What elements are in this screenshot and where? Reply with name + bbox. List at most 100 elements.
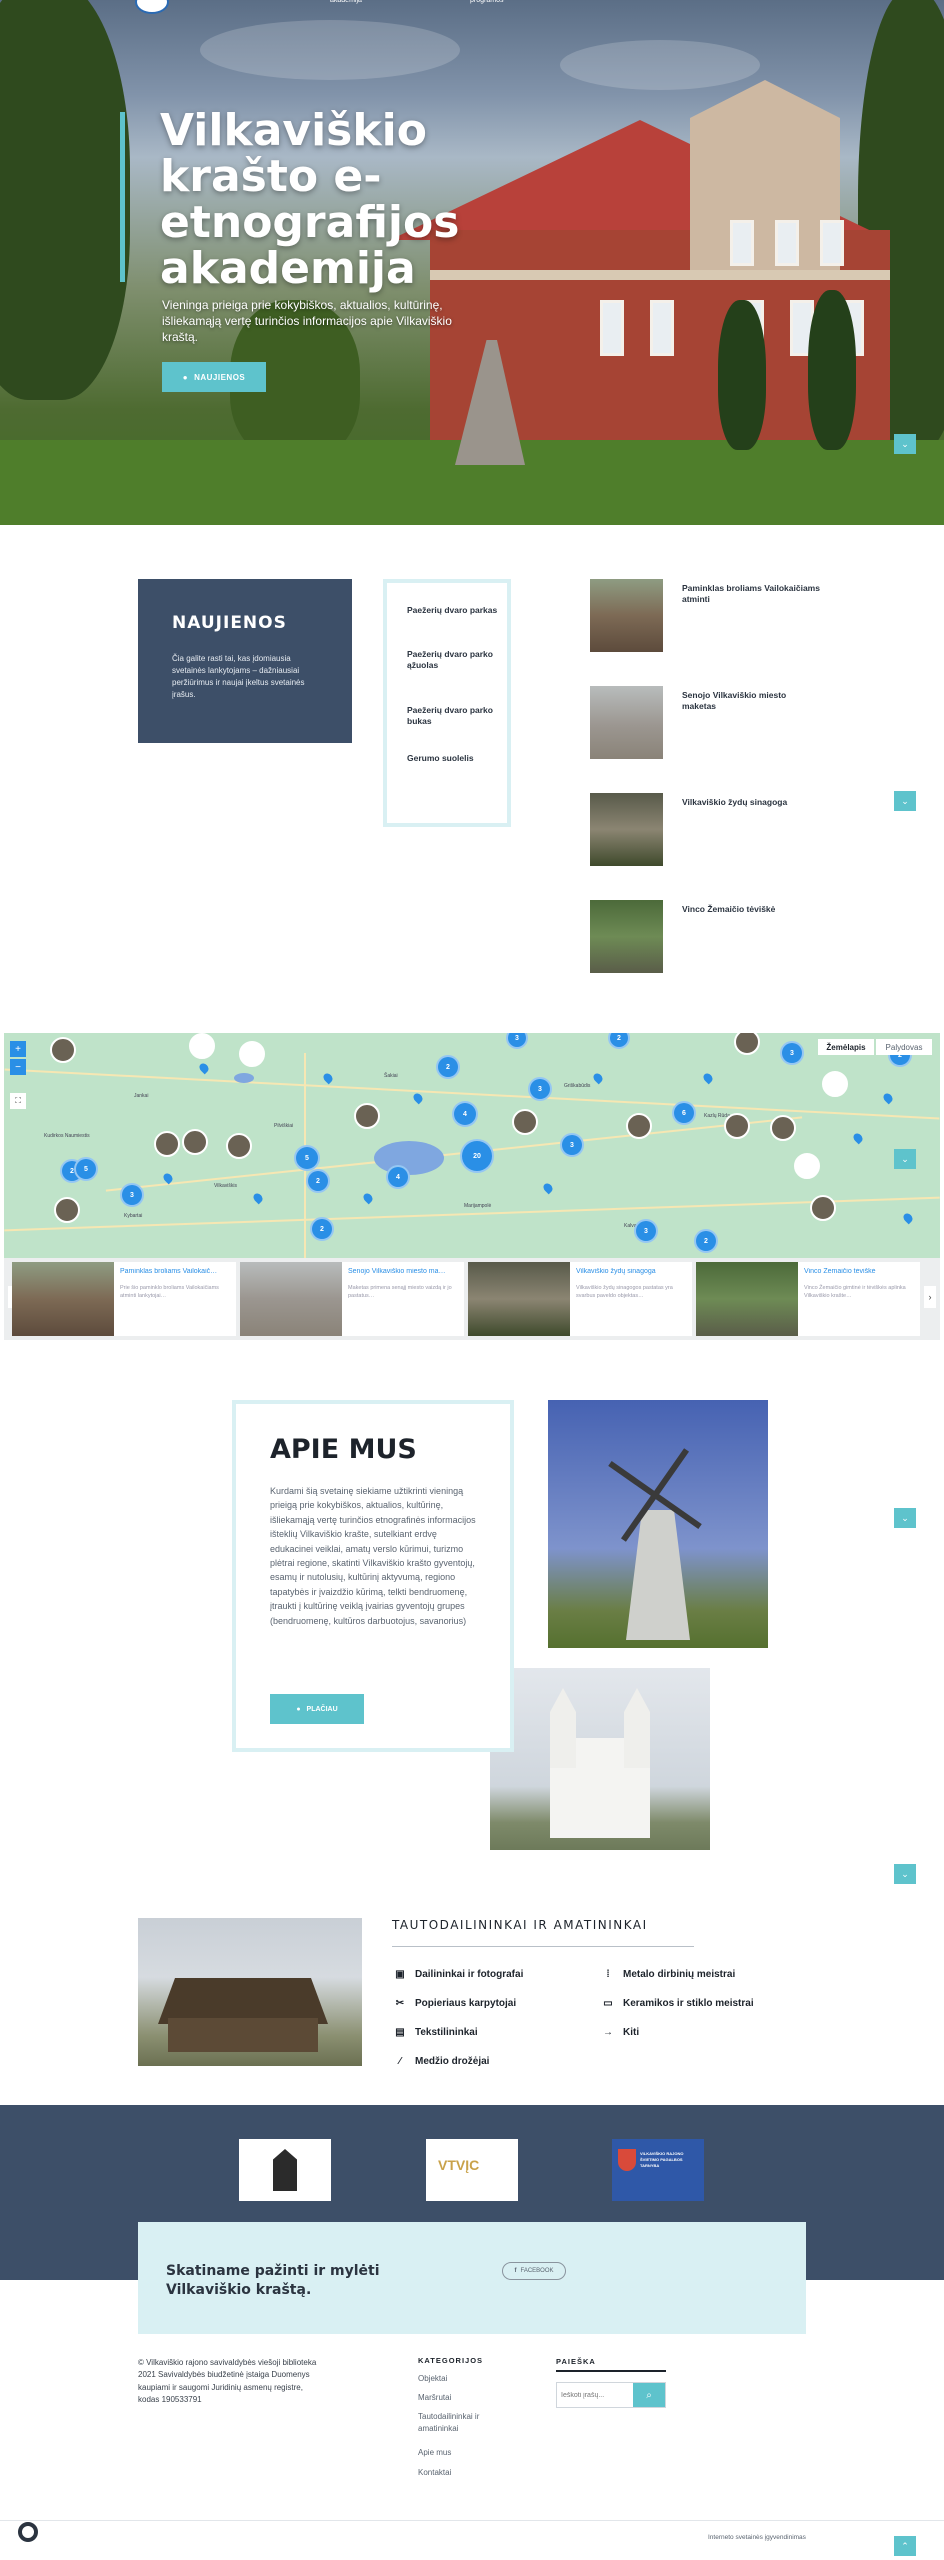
map-cluster[interactable]: 5 — [294, 1145, 320, 1171]
object-thumbnail[interactable] — [590, 686, 663, 759]
search-input[interactable] — [561, 2386, 631, 2404]
partner-logo-education[interactable]: VILKAVIŠKIO RAJONO ŠVIETIMO PAGALBOS TAR… — [612, 2139, 704, 2201]
map-zoom-out-button[interactable]: − — [10, 1059, 26, 1075]
object-thumbnail[interactable] — [590, 793, 663, 866]
map-photo-marker[interactable] — [50, 1037, 76, 1063]
map-pin[interactable] — [251, 1191, 265, 1205]
facebook-button[interactable]: f FACEBOOK — [502, 2262, 566, 2280]
nav-item-akademija[interactable]: akademija — [330, 0, 362, 4]
partner-logo-library[interactable] — [239, 2139, 331, 2201]
map-photo-marker[interactable] — [154, 1131, 180, 1157]
scroll-down-button[interactable]: ⌄ — [894, 1508, 916, 1528]
footer-credit[interactable]: Interneto svetainės įgyvendinimas — [708, 2534, 806, 2541]
carousel-card[interactable]: Senojo Vilkaviškio miesto ma… Maketas pr… — [240, 1262, 464, 1336]
map-pin[interactable] — [541, 1181, 555, 1195]
map-photo-marker[interactable] — [354, 1103, 380, 1129]
carousel-card[interactable]: Vinco Žemaičio tėviškė Vinco Žemaičio gi… — [696, 1262, 920, 1336]
scroll-down-button[interactable]: ⌄ — [894, 1864, 916, 1884]
map-photo-marker[interactable] — [226, 1133, 252, 1159]
map-cluster[interactable]: 2 — [694, 1229, 718, 1253]
map-cluster[interactable]: 3 — [634, 1219, 658, 1243]
news-link[interactable]: Paežerių dvaro parko ąžuolas — [407, 649, 507, 671]
map-cluster[interactable]: 4 — [386, 1165, 410, 1189]
map-pin[interactable] — [197, 1061, 211, 1075]
footer-link[interactable]: Kontaktai — [418, 2467, 508, 2479]
news-link[interactable]: Paežerių dvaro parkas — [407, 605, 507, 616]
map-photo-marker[interactable] — [734, 1033, 760, 1055]
object-title[interactable]: Vilkaviškio žydų sinagoga — [682, 797, 822, 808]
map-photo-marker[interactable] — [822, 1071, 848, 1097]
footer-link[interactable]: Apie mus — [418, 2447, 508, 2459]
carousel-card[interactable]: Vilkaviškio žydų sinagoga Vilkaviškio žy… — [468, 1262, 692, 1336]
map-cluster[interactable]: 6 — [672, 1101, 696, 1125]
footer-link[interactable]: Objektai — [418, 2373, 508, 2385]
carousel-card[interactable]: Paminklas broliams Vailokaič… Prie šio p… — [12, 1262, 236, 1336]
craft-category-wood[interactable]: ⁄ Medžio drožėjai — [394, 2056, 489, 2067]
map-photo-marker[interactable] — [54, 1197, 80, 1223]
map-photo-marker[interactable] — [182, 1129, 208, 1155]
map-cluster[interactable]: 2 — [436, 1055, 460, 1079]
partner-logo-vtvic[interactable]: VTVĮC — [426, 2139, 518, 2201]
map-cluster[interactable]: 2 — [608, 1033, 630, 1049]
map-pin[interactable] — [321, 1071, 335, 1085]
map-photo-marker[interactable] — [189, 1033, 215, 1059]
site-logo[interactable] — [135, 0, 169, 14]
object-title[interactable]: Vinco Žemaičio tėviškė — [682, 904, 822, 915]
news-button[interactable]: ● NAUJIENOS — [162, 362, 266, 392]
map-photo-marker[interactable] — [512, 1109, 538, 1135]
craft-category-metal[interactable]: ⁞ Metalo dirbinių meistrai — [602, 1969, 735, 1980]
news-link[interactable]: Gerumo suolelis — [407, 753, 507, 764]
craft-category-ceramics[interactable]: ▭ Keramikos ir stiklo meistrai — [602, 1998, 753, 2009]
scroll-down-button[interactable]: ⌄ — [894, 434, 916, 454]
map-cluster[interactable]: 3 — [120, 1183, 144, 1207]
craft-category-paper[interactable]: ✂ Popieriaus karpytojai — [394, 1998, 516, 2009]
map-cluster[interactable]: 3 — [528, 1077, 552, 1101]
object-title[interactable]: Paminklas broliams Vailokaičiams atminti — [682, 583, 822, 605]
craft-category-textile[interactable]: ▤ Tekstilininkai — [394, 2027, 477, 2038]
map-pin[interactable] — [591, 1071, 605, 1085]
footer-link[interactable]: Tautodailininkai ir amatininkai — [418, 2411, 508, 2435]
nav-item-programos[interactable]: programos — [470, 0, 503, 4]
map-pin[interactable] — [361, 1191, 375, 1205]
craft-category-other[interactable]: → Kiti — [602, 2027, 639, 2038]
carousel-card-title[interactable]: Vinco Žemaičio tėviškė — [804, 1268, 914, 1275]
map-widget[interactable]: Jankai Šakiai Griškabūdis Kudirkos Naumi… — [4, 1033, 940, 1267]
map-photo-marker[interactable] — [239, 1041, 265, 1067]
scroll-down-button[interactable]: ⌄ — [894, 1149, 916, 1169]
fullscreen-icon[interactable]: ⛶ — [10, 1093, 26, 1109]
map-pin[interactable] — [881, 1091, 895, 1105]
footer-link[interactable]: Maršrutai — [418, 2392, 508, 2404]
more-button[interactable]: ● PLAČIAU — [270, 1694, 364, 1724]
object-title[interactable]: Senojo Vilkaviškio miesto maketas — [682, 690, 822, 712]
scroll-down-button[interactable]: ⌄ — [894, 791, 916, 811]
object-thumbnail[interactable] — [590, 900, 663, 973]
object-thumbnail[interactable] — [590, 579, 663, 652]
news-link[interactable]: Paežerių dvaro parko bukas — [407, 705, 507, 727]
map-cluster[interactable]: 5 — [74, 1157, 98, 1181]
map-type-tab-map[interactable]: Žemėlapis — [818, 1039, 874, 1055]
carousel-card-title[interactable]: Senojo Vilkaviškio miesto ma… — [348, 1268, 458, 1275]
map-pin[interactable] — [411, 1091, 425, 1105]
map-pin[interactable] — [901, 1211, 915, 1225]
map-cluster[interactable]: 2 — [306, 1169, 330, 1193]
carousel-next-button[interactable]: › — [924, 1286, 936, 1308]
accessibility-icon[interactable] — [18, 2522, 38, 2542]
map-photo-marker[interactable] — [724, 1113, 750, 1139]
craft-category-painters[interactable]: ▣ Dailininkai ir fotografai — [394, 1969, 523, 1980]
map-pin[interactable] — [701, 1071, 715, 1085]
map-photo-marker[interactable] — [794, 1153, 820, 1179]
carousel-card-title[interactable]: Vilkaviškio žydų sinagoga — [576, 1268, 686, 1275]
map-cluster[interactable]: 2 — [310, 1217, 334, 1241]
map-cluster[interactable]: 3 — [560, 1133, 584, 1157]
map-photo-marker[interactable] — [810, 1195, 836, 1221]
map-photo-marker[interactable] — [770, 1115, 796, 1141]
map-photo-marker[interactable] — [626, 1113, 652, 1139]
map-type-tab-satellite[interactable]: Palydovas — [876, 1039, 932, 1055]
map-zoom-in-button[interactable]: + — [10, 1041, 26, 1057]
map-cluster[interactable]: 20 — [460, 1139, 494, 1173]
map-pin[interactable] — [851, 1131, 865, 1145]
carousel-card-title[interactable]: Paminklas broliams Vailokaič… — [120, 1268, 230, 1275]
search-button[interactable]: ⌕ — [633, 2383, 665, 2407]
map-cluster[interactable]: 3 — [780, 1041, 804, 1065]
map-cluster[interactable]: 3 — [506, 1033, 528, 1049]
